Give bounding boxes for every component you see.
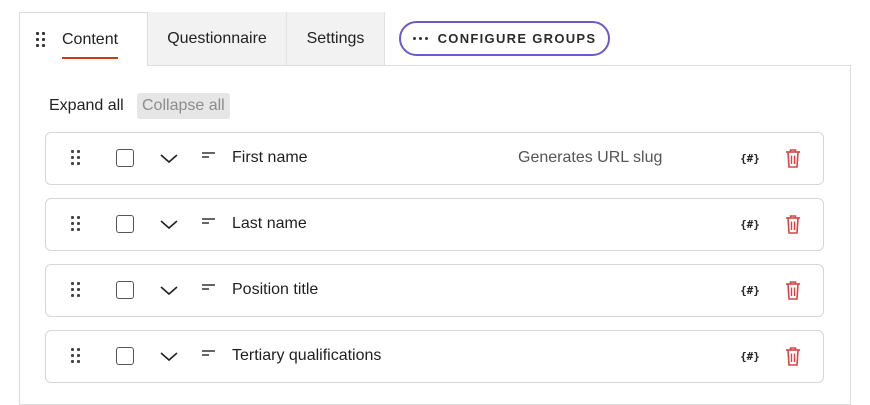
token-icon[interactable]: {#} [739,279,761,301]
tab-settings[interactable]: Settings [287,12,385,66]
field-label: Last name [232,215,307,232]
tab-settings-label: Settings [306,30,365,47]
drag-handle-icon[interactable] [71,282,81,298]
field-label: Tertiary qualifications [232,347,382,364]
collapse-all-button[interactable]: Collapse all [137,93,230,119]
text-field-icon [202,284,215,290]
token-icon[interactable]: {#} [739,213,761,235]
trash-icon[interactable] [784,279,802,301]
row-checkbox[interactable] [116,215,134,233]
tab-questionnaire[interactable]: Questionnaire [148,12,287,66]
field-row[interactable]: Position title {#} [45,264,824,317]
text-field-icon [202,152,215,158]
field-note: Generates URL slug [518,149,663,166]
drag-handle-icon[interactable] [71,348,81,364]
chevron-down-icon[interactable] [159,217,179,231]
row-checkbox[interactable] [116,281,134,299]
chevron-down-icon[interactable] [159,349,179,363]
tab-content-label: Content [62,30,119,59]
trash-icon[interactable] [784,345,802,367]
tab-questionnaire-label: Questionnaire [167,30,267,47]
drag-handle-icon[interactable] [36,31,46,48]
configure-groups-button[interactable]: CONFIGURE GROUPS [399,21,610,56]
row-checkbox[interactable] [116,149,134,167]
trash-icon[interactable] [784,213,802,235]
field-label: Position title [232,281,319,298]
field-label: First name [232,149,308,166]
token-icon[interactable]: {#} [739,345,761,367]
field-row[interactable]: First name Generates URL slug {#} [45,132,824,185]
text-field-icon [202,350,215,356]
drag-handle-icon[interactable] [71,216,81,232]
tab-bar: Content Questionnaire Settings [19,12,385,66]
trash-icon[interactable] [784,147,802,169]
text-field-icon [202,218,215,224]
more-dots-icon [412,37,428,40]
chevron-down-icon[interactable] [159,283,179,297]
tab-content[interactable]: Content [19,12,148,66]
row-checkbox[interactable] [116,347,134,365]
field-row[interactable]: Last name {#} [45,198,824,251]
configure-groups-label: CONFIGURE GROUPS [437,31,597,46]
expand-all-button[interactable]: Expand all [49,93,124,119]
token-icon[interactable]: {#} [739,147,761,169]
field-row[interactable]: Tertiary qualifications {#} [45,330,824,383]
drag-handle-icon[interactable] [71,150,81,166]
chevron-down-icon[interactable] [159,151,179,165]
